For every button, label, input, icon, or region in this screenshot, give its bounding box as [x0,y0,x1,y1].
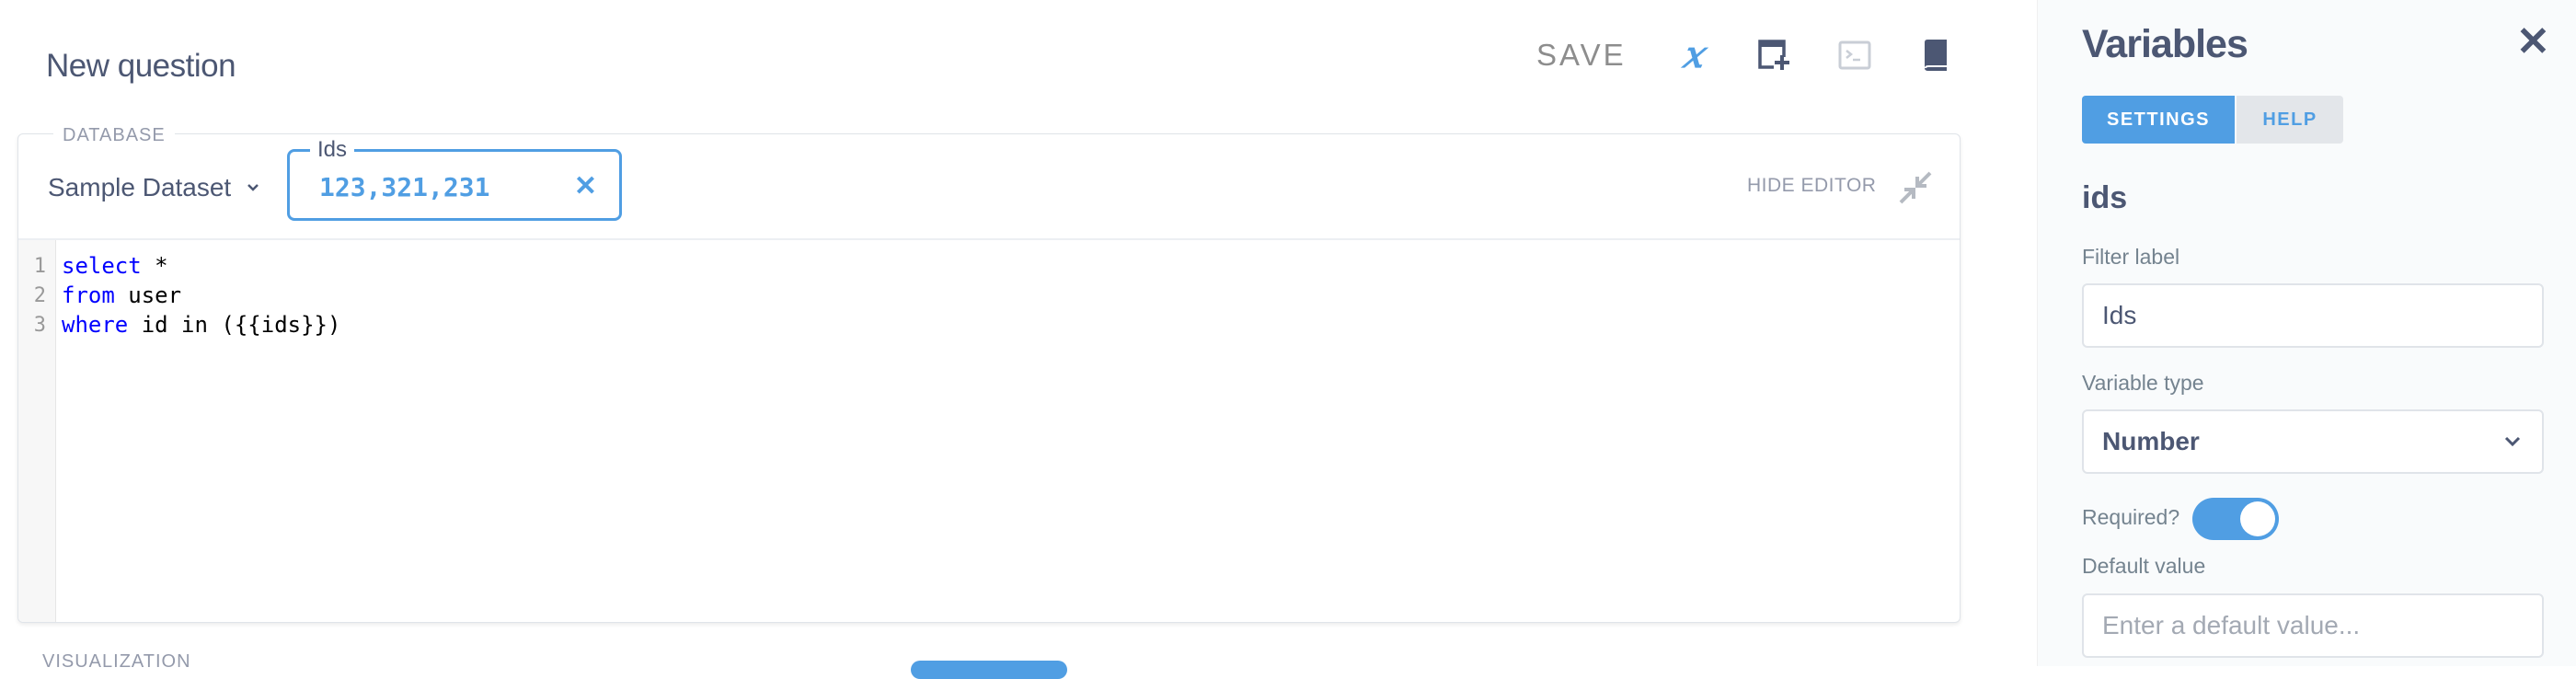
tab-help[interactable]: HELP [2237,96,2343,144]
console-svg [1838,40,1871,70]
sql-text: user [114,282,182,308]
database-legend: DATABASE [53,125,175,146]
add-snippet-svg [1757,40,1790,72]
query-builder-main: New question SAVE 𝑥 DATABASE Sample Data… [0,0,2037,679]
filter-label-input[interactable] [2082,283,2544,348]
sql-keyword: from [62,282,115,308]
toggle-knob [2240,501,2275,536]
native-query-editor: DATABASE Sample Dataset Ids ✕ HIDE EDITO… [17,125,1961,623]
console-icon[interactable] [1834,35,1875,75]
close-icon[interactable]: ✕ [2516,18,2550,65]
hide-editor-button[interactable]: HIDE EDITOR [1747,175,1876,197]
code-line[interactable]: where id in ({{ids}}) [62,312,340,338]
parameter-widget-ids[interactable]: Ids ✕ [287,137,622,221]
database-select-value: Sample Dataset [48,173,232,201]
default-value-input[interactable] [2082,593,2544,658]
sql-keyword: where [62,312,129,338]
parameter-value-input[interactable] [319,172,531,202]
variables-x-glyph: 𝑥 [1682,33,1703,76]
collapse-editor-icon[interactable] [1893,166,1938,210]
book-icon[interactable] [1915,35,1956,75]
code-line[interactable]: from user [62,282,181,308]
sql-text: id in ({{ids}}) [128,312,341,338]
page-title: New question [46,48,236,84]
save-button[interactable]: SAVE [1536,38,1627,73]
line-number: 1 [33,255,46,278]
line-number: 3 [33,314,46,337]
line-number: 2 [33,284,46,307]
chevron-down-icon [247,184,259,191]
add-snippet-icon[interactable] [1754,35,1794,75]
database-select[interactable]: Sample Dataset [48,173,260,202]
parameter-label: Ids [310,137,355,163]
sidebar-tabs: SETTINGS HELP [2082,96,2343,144]
sql-text: * [141,253,168,279]
default-value-caption: Default value [2082,554,2206,578]
book-svg [1924,40,1947,71]
variable-type-value: Number [2102,427,2200,455]
variable-type-select[interactable]: Number [2082,409,2544,474]
variables-x-icon[interactable]: 𝑥 [1673,35,1713,75]
sidebar-title: Variables [2082,22,2248,66]
required-caption: Required? [2082,505,2180,529]
parameter-clear-icon[interactable]: ✕ [574,170,597,202]
header-toolbar: SAVE 𝑥 [1536,28,1956,83]
visualization-label: VISUALIZATION [42,651,191,672]
variable-name: ids [2082,180,2128,215]
sql-keyword: select [62,253,142,279]
code-line[interactable]: select * [62,253,168,279]
editor-divider [18,238,1960,240]
filter-label-caption: Filter label [2082,245,2180,269]
variable-type-caption: Variable type [2082,371,2204,395]
tab-settings[interactable]: SETTINGS [2082,96,2235,144]
variables-sidebar: Variables ✕ SETTINGS HELP ids Filter lab… [2037,0,2576,666]
chevron-down-icon [2504,436,2521,447]
visualization-button[interactable] [911,661,1067,679]
required-toggle[interactable] [2192,498,2279,540]
